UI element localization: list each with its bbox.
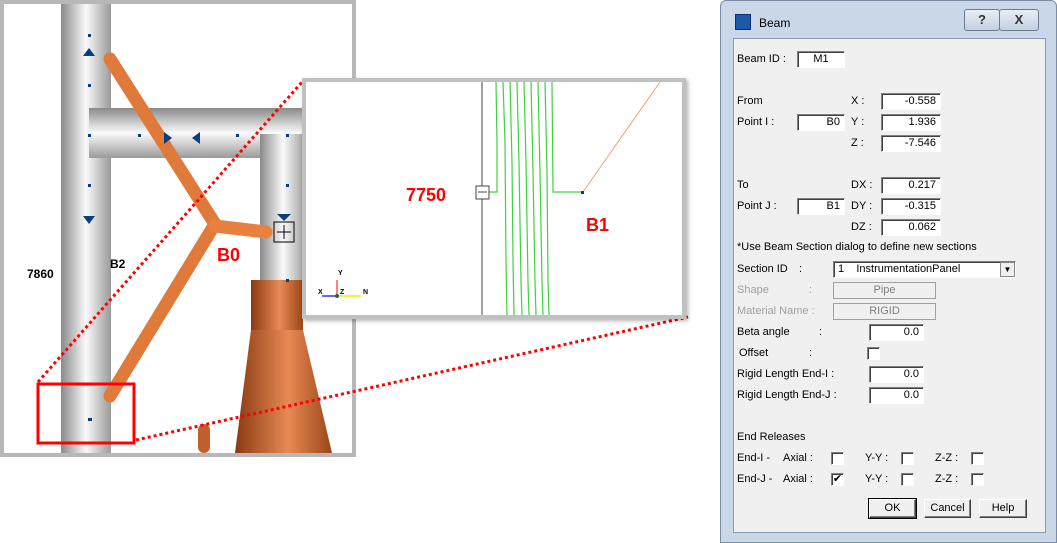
dy-label: DY :: [851, 200, 873, 212]
to-label: To: [737, 179, 749, 191]
check-icon: ✔: [832, 473, 843, 485]
axis-n-label: N: [363, 289, 369, 296]
rigid-length-i-input[interactable]: 0.0: [869, 366, 924, 383]
end-j-zz-checkbox[interactable]: [971, 473, 984, 486]
dx-input[interactable]: 0.217: [881, 177, 941, 194]
offset-label: Offset: [739, 347, 769, 359]
section-id-number: 1: [838, 263, 845, 275]
colon: :: [809, 284, 813, 296]
section-note: *Use Beam Section dialog to define new s…: [737, 241, 977, 253]
app-icon: [735, 14, 751, 30]
colon: :: [819, 326, 823, 338]
end-releases-label: End Releases: [737, 431, 806, 443]
z-label: Z :: [851, 137, 864, 149]
dx-label: DX :: [851, 179, 873, 191]
beta-angle-label: Beta angle: [737, 326, 790, 338]
colon: :: [809, 347, 813, 359]
chevron-down-icon[interactable]: ▼: [1000, 262, 1015, 277]
rigid-length-j-label: Rigid Length End-J :: [737, 389, 837, 401]
help-button[interactable]: Help: [979, 499, 1027, 518]
elevation-label: 7750: [406, 185, 447, 205]
shape-field: Pipe: [833, 282, 936, 299]
point-i-label: Point I :: [737, 116, 775, 128]
beta-angle-input[interactable]: 0.0: [869, 324, 924, 341]
shape-label: Shape: [737, 284, 769, 296]
dz-input[interactable]: 0.062: [881, 219, 941, 236]
zz-label: Z-Z :: [935, 473, 959, 485]
end-j-axial-checkbox[interactable]: ✔: [831, 473, 844, 486]
zz-label: Z-Z :: [935, 452, 959, 464]
y-input[interactable]: 1.936: [881, 114, 941, 131]
node-marker-icon: [475, 185, 490, 200]
help-title-button[interactable]: ?: [964, 9, 1000, 31]
axis-y-label: Y: [338, 270, 343, 277]
end-i-yy-checkbox[interactable]: [901, 452, 914, 465]
end-i-axial-checkbox[interactable]: [831, 452, 844, 465]
node-label-b1: B1: [586, 215, 610, 235]
zoom-inset-drawing: [322, 82, 661, 315]
end-j-yy-checkbox[interactable]: [901, 473, 914, 486]
beam-id-input[interactable]: M1: [797, 51, 845, 68]
rigid-length-i-label: Rigid Length End-I :: [737, 368, 835, 380]
close-button[interactable]: X: [999, 9, 1039, 31]
rigid-length-j-input[interactable]: 0.0: [869, 387, 924, 404]
offset-checkbox[interactable]: [867, 347, 880, 360]
yy-label: Y-Y :: [865, 473, 889, 485]
dialog-body: Beam ID : M1 From Point I : B0 X : -0.55…: [733, 38, 1046, 533]
axial-label: Axial :: [783, 452, 813, 464]
y-label: Y :: [851, 116, 865, 128]
z-input[interactable]: -7.546: [881, 135, 941, 152]
point-i-input[interactable]: B0: [797, 114, 845, 131]
material-label: Material Name :: [737, 305, 815, 317]
x-label: X :: [851, 95, 865, 107]
x-input[interactable]: -0.558: [881, 93, 941, 110]
dialog-title: Beam: [759, 16, 791, 30]
section-id-name: InstrumentationPanel: [856, 263, 961, 275]
from-label: From: [737, 95, 763, 107]
end-j-label: End-J -: [737, 473, 773, 485]
colon: :: [799, 263, 803, 275]
zoom-inset-view[interactable]: 7750 B1 Y X Z N: [302, 78, 686, 319]
point-j-input[interactable]: B1: [797, 198, 845, 215]
section-id-label: Section ID: [737, 263, 788, 275]
end-i-label: End-I -: [737, 452, 771, 464]
point-j-label: Point J :: [737, 200, 777, 212]
yy-label: Y-Y :: [865, 452, 889, 464]
section-id-select[interactable]: 1 InstrumentationPanel ▼: [833, 261, 1016, 278]
material-field: RIGID: [833, 303, 936, 320]
dy-input[interactable]: -0.315: [881, 198, 941, 215]
cancel-button[interactable]: Cancel: [924, 499, 971, 518]
ok-button[interactable]: OK: [868, 498, 917, 519]
axial-label: Axial :: [783, 473, 813, 485]
beam-id-label: Beam ID :: [737, 53, 786, 65]
beam-dialog: Beam ? X Beam ID : M1 From Point I : B0 …: [720, 0, 1057, 543]
axis-z-label: Z: [340, 289, 345, 296]
dz-label: DZ :: [851, 221, 872, 233]
axis-x-label: X: [318, 289, 323, 296]
end-i-zz-checkbox[interactable]: [971, 452, 984, 465]
